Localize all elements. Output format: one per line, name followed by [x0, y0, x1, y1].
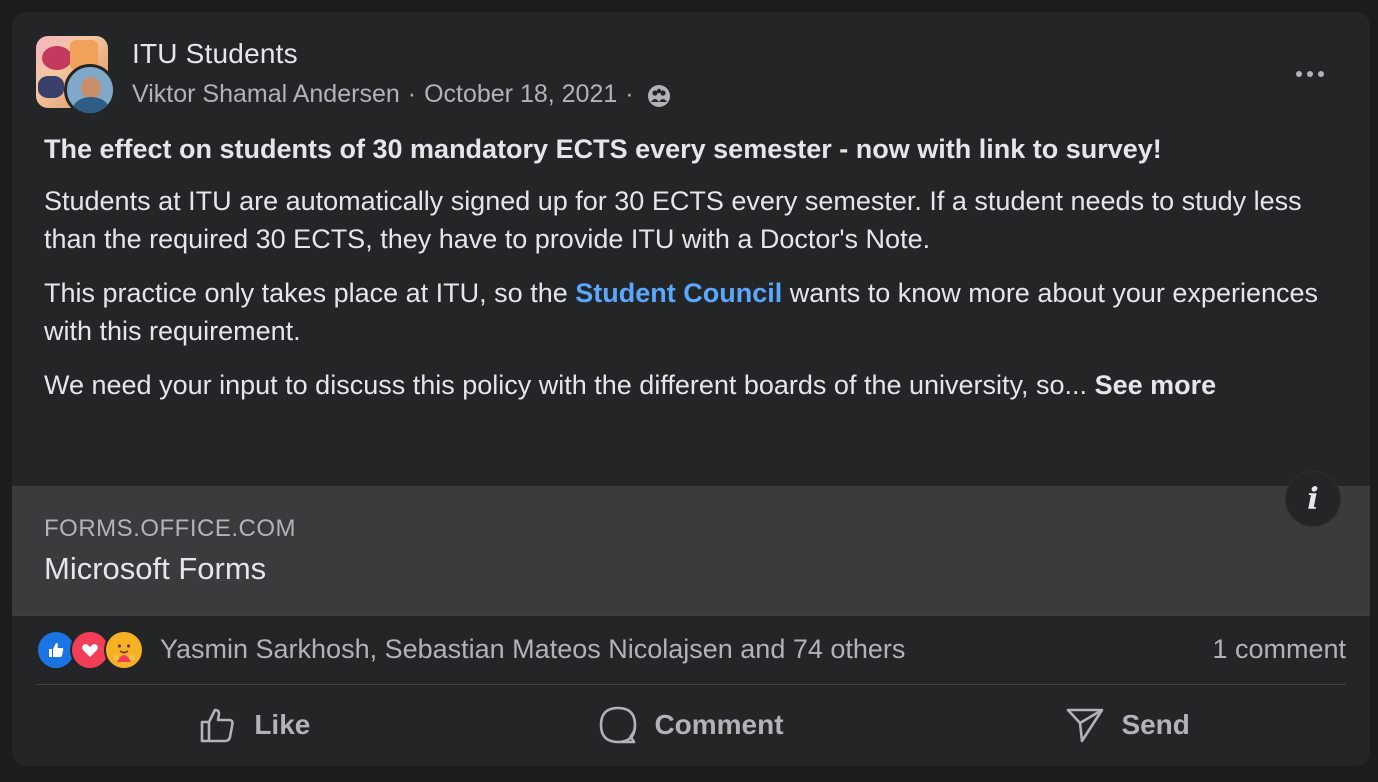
post-paragraph: This practice only takes place at ITU, s… [44, 278, 1318, 346]
author-avatar[interactable] [64, 64, 116, 116]
group-name[interactable]: ITU Students [132, 38, 298, 70]
see-more-button[interactable]: See more [1095, 370, 1217, 400]
divider [36, 684, 1346, 685]
send-icon [1067, 708, 1104, 743]
comments-count[interactable]: 1 comment [1212, 634, 1346, 665]
like-button[interactable]: Like [36, 692, 473, 758]
info-icon[interactable]: i [1286, 472, 1340, 526]
care-reaction-icon [104, 630, 144, 670]
preview-title[interactable]: Microsoft Forms [44, 551, 266, 587]
student-council-link[interactable]: Student Council [575, 278, 782, 308]
post-body: The effect on students of 30 mandatory E… [44, 130, 1344, 420]
author-name[interactable]: Viktor Shamal Andersen [132, 80, 400, 109]
post-date[interactable]: October 18, 2021 [424, 80, 617, 109]
link-preview[interactable]: FORMS.OFFICE.COM Microsoft Forms [12, 486, 1370, 616]
comment-icon [600, 706, 637, 744]
post-title: The effect on students of 30 mandatory E… [44, 134, 1162, 164]
thumbs-up-icon [201, 708, 235, 743]
group-members-icon[interactable] [646, 82, 672, 108]
comment-button[interactable]: Comment [473, 692, 910, 758]
meta-separator: · [407, 80, 417, 108]
action-bar: Like Comment Send [36, 692, 1346, 758]
meta-separator: · [625, 80, 634, 108]
post-paragraph: Students at ITU are automatically signed… [44, 186, 1302, 254]
preview-domain: FORMS.OFFICE.COM [44, 515, 296, 542]
post-paragraph: We need your input to discuss this polic… [44, 370, 1217, 400]
like-label: Like [254, 709, 311, 740]
post-meta: Viktor Shamal Andersen · October 18, 202… [132, 80, 672, 109]
comment-label: Comment [654, 709, 784, 740]
avatar-group[interactable] [36, 36, 116, 116]
send-button[interactable]: Send [909, 692, 1346, 758]
reactors-summary[interactable]: Yasmin Sarkhosh, Sebastian Mateos Nicola… [160, 634, 905, 665]
more-options-button[interactable] [1290, 64, 1330, 84]
send-label: Send [1121, 709, 1190, 740]
post-card: ITU Students Viktor Shamal Andersen · Oc… [12, 12, 1370, 766]
reaction-icons[interactable] [36, 630, 144, 670]
